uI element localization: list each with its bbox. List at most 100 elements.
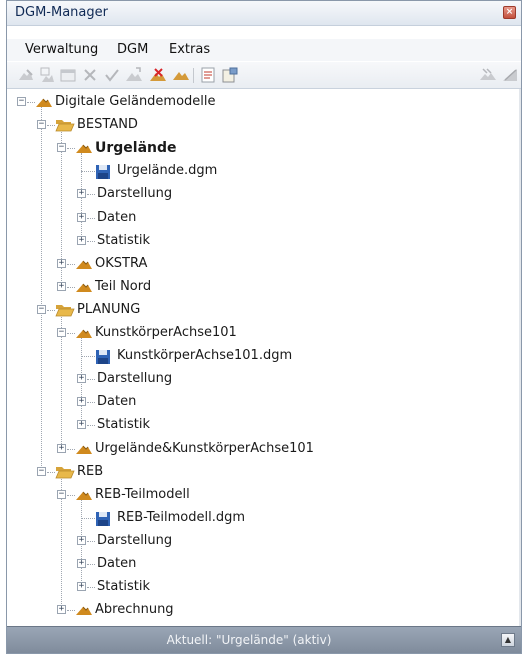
tree-node[interactable]: + Statistik — [7, 577, 507, 597]
terrain-add-icon[interactable] — [172, 66, 190, 84]
tree-node[interactable]: + Daten — [7, 554, 507, 574]
tree-connector — [67, 263, 75, 266]
tree-node[interactable]: REB-Teilmodell.dgm — [7, 508, 507, 528]
tree-node-label: Daten — [97, 394, 137, 410]
tree-connector — [47, 309, 55, 312]
window-title: DGM-Manager — [15, 5, 108, 20]
tree-connector — [67, 148, 75, 150]
tree-connector — [87, 564, 95, 566]
tree-node[interactable]: + Darstellung — [7, 369, 507, 389]
menu-dgm[interactable]: DGM — [117, 42, 148, 57]
tree-connector — [87, 240, 95, 243]
collapse-icon[interactable]: − — [37, 304, 46, 314]
dgm-manager-window: DGM-Manager × Verwaltung DGM Extras − Di… — [6, 0, 522, 654]
tree-node[interactable]: + Darstellung — [7, 184, 507, 204]
expand-icon[interactable]: + — [77, 189, 86, 199]
expand-icon[interactable]: + — [77, 582, 86, 592]
expand-icon[interactable]: + — [77, 235, 86, 245]
tree-node[interactable]: + Darstellung — [7, 531, 507, 551]
tree-node[interactable]: − REB — [7, 462, 507, 482]
title-bar: DGM-Manager × — [7, 1, 521, 26]
tree-node[interactable]: + Teil Nord — [7, 277, 507, 297]
tree-connector — [67, 286, 75, 289]
tree-node-label: Darstellung — [97, 371, 173, 387]
tree-node[interactable]: + Daten — [7, 208, 507, 228]
check-icon[interactable] — [103, 66, 121, 84]
list-icon[interactable] — [199, 66, 217, 84]
tree-node[interactable]: Urgelände.dgm — [7, 161, 507, 181]
toolbar-separator — [193, 68, 194, 83]
tree-node[interactable]: + Urgelände&KunstkörperAchse101 — [7, 439, 507, 459]
tree-node-label: Darstellung — [97, 186, 173, 202]
collapse-icon[interactable]: − — [37, 120, 46, 130]
tree-connector — [81, 171, 95, 173]
expand-icon[interactable]: + — [77, 535, 86, 545]
collapse-icon[interactable]: − — [57, 489, 66, 499]
tree-node-label: Urgelände.dgm — [117, 163, 218, 179]
expand-icon[interactable]: + — [77, 559, 86, 568]
tree-connector — [67, 448, 75, 451]
terrain-icon — [75, 488, 93, 508]
tree-node[interactable]: + Abrechnung — [7, 600, 507, 620]
tree-node[interactable]: KunstkörperAchse101.dgm — [7, 346, 507, 366]
tree-node-label: BESTAND — [77, 117, 138, 133]
delete-icon[interactable] — [81, 66, 99, 84]
tree-node-label: Urgelände — [95, 140, 177, 157]
terrain-split-icon[interactable] — [479, 66, 497, 84]
menu-verwaltung[interactable]: Verwaltung — [25, 42, 98, 57]
tree-connector — [87, 217, 95, 220]
tree-node-label: Statistik — [97, 232, 151, 248]
expand-icon[interactable]: + — [77, 212, 86, 222]
tree-node[interactable]: − BESTAND — [7, 115, 507, 135]
expand-icon[interactable]: + — [57, 605, 66, 615]
collapse-icon[interactable]: − — [57, 143, 66, 153]
terrain-delete-icon[interactable] — [149, 66, 167, 84]
folder-open-icon — [55, 118, 75, 139]
status-toggle-button[interactable]: ▲ — [501, 633, 515, 647]
chevron-up-icon: ▲ — [504, 635, 512, 644]
terrain-slope-icon[interactable] — [501, 66, 519, 84]
window-icon[interactable] — [59, 66, 77, 84]
tree-node-label: REB-Teilmodell — [95, 486, 190, 502]
tree-node[interactable]: − Urgelände — [7, 138, 507, 158]
expand-icon[interactable]: + — [57, 443, 66, 453]
tree-node[interactable]: − KunstkörperAchse101 — [7, 323, 507, 343]
terrain-edit-icon[interactable] — [17, 66, 35, 84]
tree-node[interactable]: − REB-Teilmodell — [7, 485, 507, 505]
expand-icon[interactable]: + — [77, 420, 86, 430]
tree-connector — [47, 471, 55, 474]
tree-node[interactable]: + Statistik — [7, 231, 507, 251]
collapse-icon[interactable]: − — [57, 328, 66, 337]
expand-icon[interactable]: + — [57, 258, 66, 268]
tree-node-label: Statistik — [97, 417, 151, 433]
tree-connector — [87, 194, 95, 196]
menu-bar: Verwaltung DGM Extras — [7, 39, 521, 61]
collapse-icon[interactable]: − — [17, 97, 26, 106]
tree-node[interactable]: + OKSTRA — [7, 254, 507, 274]
folder-open-icon — [55, 303, 75, 324]
terrain-icon — [75, 603, 93, 623]
close-button[interactable]: × — [503, 6, 516, 19]
scrollbar-edge[interactable] — [519, 89, 521, 626]
properties-icon[interactable] — [221, 66, 239, 84]
expand-icon[interactable]: + — [77, 374, 86, 384]
dgm-tree: − Digitale Geländemodelle − BESTAND − Urgelän… — [7, 89, 521, 626]
tree-node-label: Statistik — [97, 579, 151, 595]
tree-node[interactable]: + Daten — [7, 392, 507, 412]
tree-connector — [87, 402, 95, 404]
terrain-icon — [75, 257, 93, 277]
tree-connector — [81, 356, 95, 358]
collapse-icon[interactable]: − — [37, 466, 46, 476]
terrain-export-icon[interactable] — [125, 66, 143, 84]
tree-connector — [87, 540, 95, 543]
tree-node[interactable]: − PLANUNG — [7, 300, 507, 320]
tree-node[interactable]: + Statistik — [7, 415, 507, 435]
status-bar: Aktuell: "Urgelände" (aktiv) ▲ — [7, 626, 521, 653]
expand-icon[interactable]: + — [77, 397, 86, 407]
tree-connector — [81, 517, 95, 520]
tree-connector — [67, 494, 75, 497]
menu-extras[interactable]: Extras — [169, 42, 210, 57]
tree-node[interactable]: − Digitale Geländemodelle — [7, 92, 507, 112]
terrain-copy-icon[interactable] — [38, 66, 56, 84]
expand-icon[interactable]: + — [57, 281, 66, 291]
